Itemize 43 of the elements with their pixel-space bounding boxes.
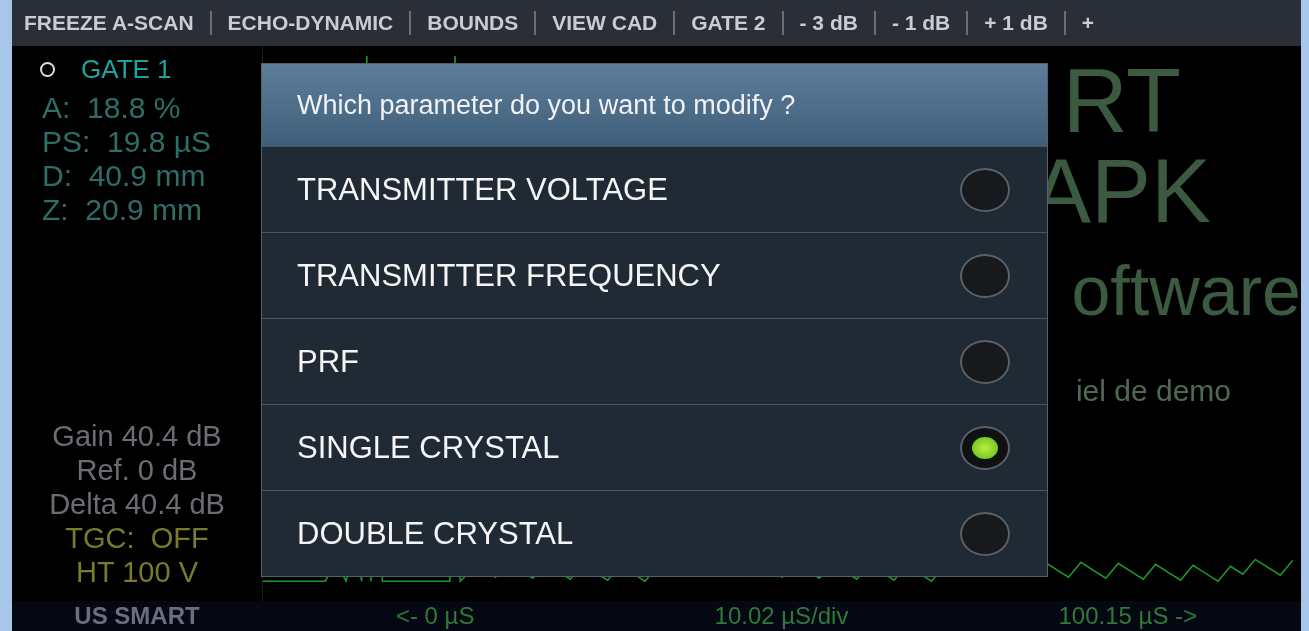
option-label: TRANSMITTER FREQUENCY [297,257,721,294]
background-text: iel de demo [1075,376,1231,406]
reading-text: A: 18.8 % [42,91,182,125]
gate-label[interactable]: GATE 1 [81,54,172,85]
reading-text: Z: 20.9 mm [42,193,204,227]
brand-label: US SMART [73,602,201,630]
option-label: TRANSMITTER VOLTAGE [297,171,668,208]
option-row[interactable]: TRANSMITTER FREQUENCY [262,232,1047,318]
setting-text: Delta 40.4 dB [48,487,226,521]
radio-icon[interactable] [40,62,55,77]
toolbar-button[interactable]: - 3 dB [791,11,866,35]
option-label: SINGLE CRYSTAL [297,429,560,466]
background-text: RT [1062,56,1181,146]
radio-button[interactable] [960,425,1010,470]
option-row[interactable]: PRF [262,318,1047,404]
toolbar-button[interactable]: + 1 dB [976,11,1056,35]
radio-button[interactable] [960,253,1010,298]
option-row[interactable]: DOUBLE CRYSTAL [262,490,1047,576]
toolbar-button[interactable]: VIEW CAD [544,11,666,35]
toolbar-button[interactable]: ECHO-DYNAMIC [219,11,402,35]
toolbar-button[interactable]: FREEZE A-SCAN [16,11,202,35]
axis-label: <- 0 µS [394,602,476,630]
reading-text: D: 40.9 mm [42,159,207,193]
option-row[interactable]: SINGLE CRYSTAL [262,404,1047,490]
axis-label: 100.15 µS -> [1057,602,1199,630]
toolbar-button[interactable]: BOUNDS [419,11,527,35]
radio-button[interactable] [960,339,1010,384]
toolbar-button[interactable]: - 1 dB [883,11,959,35]
setting-text: Gain 40.4 dB [51,419,223,453]
axis-label: 10.02 µS/div [713,602,850,630]
radio-button[interactable] [960,167,1010,212]
toolbar-button[interactable]: + [1073,11,1103,35]
setting-text: TGC: OFF [64,521,210,555]
background-text: oftware [1071,256,1301,326]
option-label: DOUBLE CRYSTAL [297,515,574,552]
radio-button[interactable] [960,511,1010,556]
option-label: PRF [297,343,359,380]
setting-text: Ref. 0 dB [75,453,199,487]
dialog-title: Which parameter do you want to modify ? [262,64,1047,146]
option-row[interactable]: TRANSMITTER VOLTAGE [262,146,1047,232]
toolbar-button[interactable]: GATE 2 [683,11,774,35]
reading-text: PS: 19.8 µS [42,125,213,159]
setting-text: HT 100 V [75,555,199,589]
